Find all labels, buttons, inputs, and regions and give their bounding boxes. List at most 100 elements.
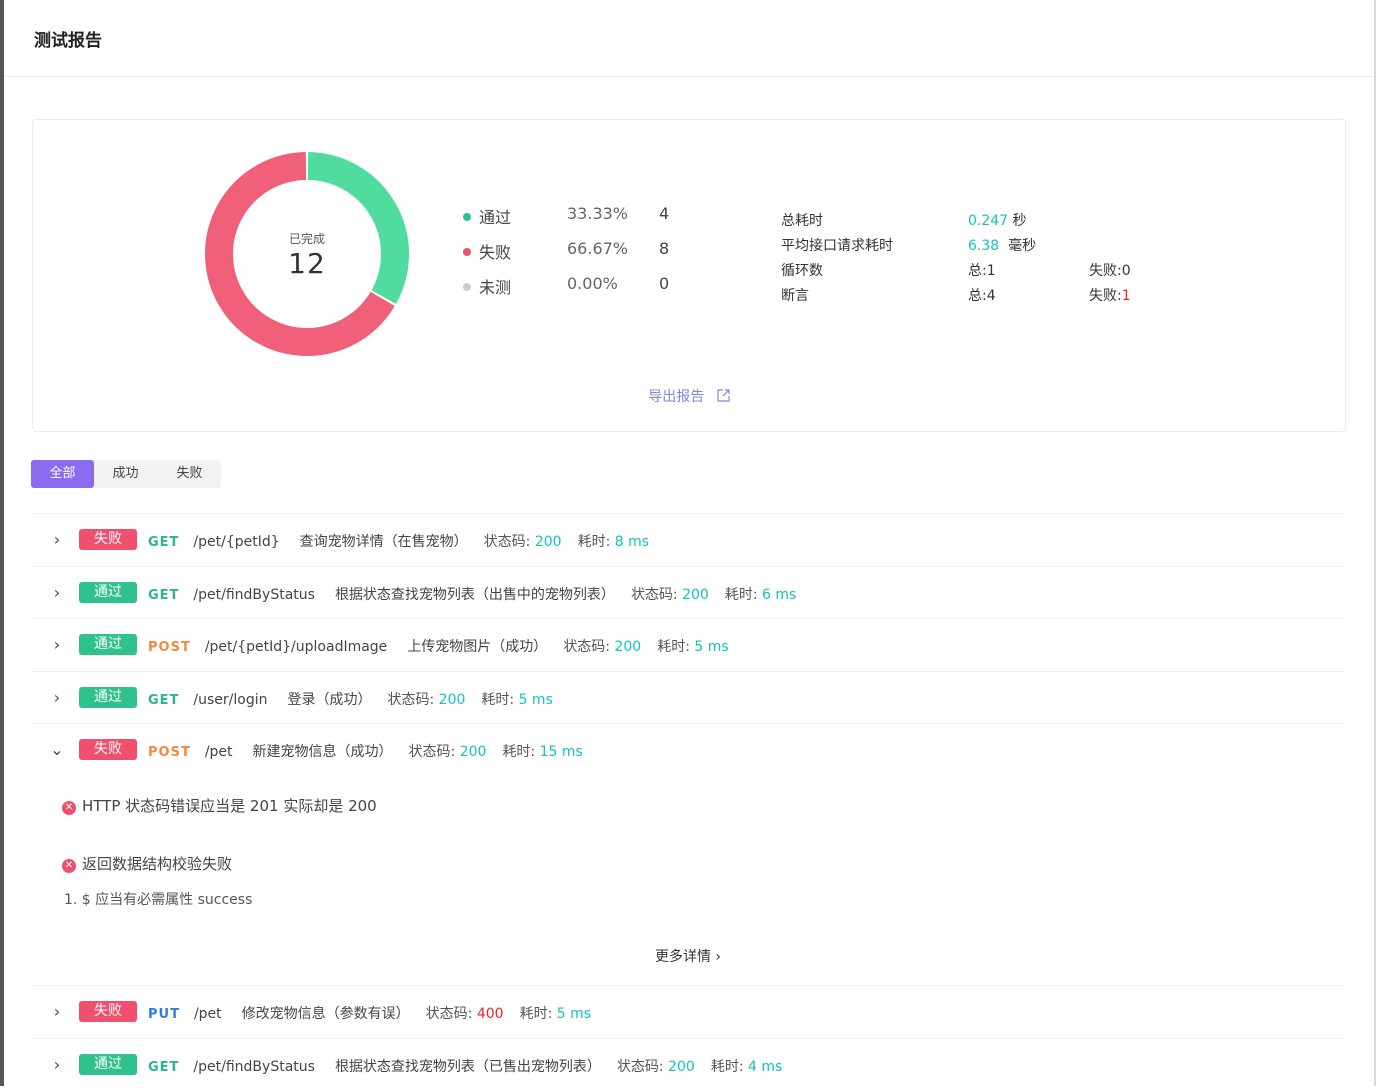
request-description: 根据状态查找宠物列表（已售出宠物列表） <box>334 1059 601 1075</box>
assert-fail-value: 1 <box>1121 288 1131 304</box>
completion-donut-chart: 已完成 12 <box>205 152 409 356</box>
total-time-unit: 秒 <box>1012 213 1027 229</box>
duration-label: 耗时: <box>710 1059 744 1075</box>
legend-pct: 66.67% <box>567 239 629 258</box>
stat-label: 总耗时 <box>781 213 823 229</box>
stat-label: 断言 <box>781 288 809 304</box>
error-icon: ✕ <box>62 801 76 815</box>
request-description: 查询宠物详情（在售宠物） <box>299 534 468 550</box>
duration-label: 耗时: <box>724 587 758 603</box>
chevron-right-icon[interactable]: › <box>50 530 64 549</box>
duration-value: 5 ms <box>518 692 553 708</box>
request-summary: GET/pet/findByStatus 根据状态查找宠物列表（出售中的宠物列表）… <box>148 584 796 604</box>
assert-fail: 失败:1 <box>1089 285 1131 305</box>
request-path: /pet <box>204 744 233 760</box>
chevron-right-icon[interactable]: › <box>50 1055 64 1074</box>
legend-pct: 0.00% <box>567 274 618 293</box>
error-text: HTTP 状态码错误应当是 201 实际却是 200 <box>82 797 377 815</box>
chevron-right-icon[interactable]: › <box>50 1002 64 1021</box>
loops-total: 总:1 <box>968 263 996 279</box>
status-badge: 失败 <box>79 529 137 550</box>
status-code-label: 状态码: <box>408 744 456 760</box>
status-badge: 通过 <box>79 1054 137 1075</box>
request-path: /pet/{petId}/uploadImage <box>204 639 388 655</box>
duration-label: 耗时: <box>577 534 611 550</box>
external-link-icon <box>717 389 730 402</box>
request-row[interactable]: › 通过 GET/pet/findByStatus 根据状态查找宠物列表（已售出宠物列… <box>32 1038 1344 1091</box>
untested-dot-icon <box>463 283 471 291</box>
page-title: 测试报告 <box>34 31 102 51</box>
request-row[interactable]: › 失败 GET/pet/{petId} 查询宠物详情（在售宠物） 状态码: 200 耗时… <box>32 513 1344 566</box>
request-row[interactable]: › 通过 GET/user/login 登录（成功） 状态码: 200 耗时: 5 ms <box>32 671 1344 724</box>
duration-label: 耗时: <box>519 1006 553 1022</box>
duration-value: 15 ms <box>539 744 583 760</box>
donut-label: 已完成 <box>288 232 325 246</box>
request-path: /pet/findByStatus <box>193 587 315 603</box>
tab-all[interactable]: 全部 <box>31 460 94 488</box>
summary-card: 已完成 12 通过 33.33% 4 失败 66.67% 8 未测 0.00% … <box>32 119 1346 432</box>
request-row[interactable]: › 通过 POST/pet/{petId}/uploadImage 上传宠物图片（成功… <box>32 618 1344 671</box>
stat-value: 6.38 毫秒 <box>968 235 1036 255</box>
legend-name: 失败 <box>479 243 512 262</box>
request-summary: POST/pet 新建宠物信息（成功） 状态码: 200 耗时: 15 ms <box>148 741 583 761</box>
duration-value: 6 ms <box>762 587 797 603</box>
fail-dot-icon <box>463 248 471 256</box>
error-item: ✕ HTTP 状态码错误应当是 201 实际却是 200 <box>62 795 377 816</box>
tab-success[interactable]: 成功 <box>94 460 157 488</box>
assert-total: 总:4 <box>968 288 996 304</box>
chevron-right-icon[interactable]: › <box>50 688 64 707</box>
request-path: /pet/{petId} <box>193 534 280 550</box>
total-time-value: 0.247 <box>968 213 1009 229</box>
window-left-edge <box>0 0 4 1086</box>
pass-dot-icon <box>463 213 471 221</box>
status-badge: 失败 <box>79 1001 137 1022</box>
chevron-down-icon[interactable]: ⌄ <box>50 740 64 759</box>
legend-name: 未测 <box>479 278 512 297</box>
tab-fail[interactable]: 失败 <box>158 460 221 488</box>
stat-total-time: 总耗时 0.247 秒 <box>781 210 1181 232</box>
request-summary: GET/pet/{petId} 查询宠物详情（在售宠物） 状态码: 200 耗时: 8… <box>148 531 649 551</box>
status-code-value: 200 <box>438 692 466 708</box>
http-method: GET <box>148 693 180 708</box>
status-code-value: 400 <box>476 1006 504 1022</box>
status-code-value: 200 <box>614 639 642 655</box>
request-summary: POST/pet/{petId}/uploadImage 上传宠物图片（成功） 状态… <box>148 636 729 656</box>
request-description: 上传宠物图片（成功） <box>407 639 548 655</box>
status-code-label: 状态码: <box>483 534 531 550</box>
request-summary: PUT/pet 修改宠物信息（参数有误） 状态码: 400 耗时: 5 ms <box>148 1003 591 1023</box>
loops-fail: 失败:0 <box>1089 263 1131 279</box>
status-badge: 通过 <box>79 687 137 708</box>
page-header: 测试报告 <box>4 0 1374 77</box>
http-method: PUT <box>148 1007 180 1022</box>
error-item: ✕ 返回数据结构校验失败 <box>62 853 232 874</box>
legend-pct: 33.33% <box>567 204 629 223</box>
avg-time-unit: 毫秒 <box>1008 238 1037 254</box>
status-badge: 通过 <box>79 634 137 655</box>
export-report-link[interactable]: 导出报告 <box>33 386 1345 406</box>
more-details-link[interactable]: 更多详情 › <box>32 946 1344 966</box>
status-code-value: 200 <box>682 587 709 603</box>
error-icon: ✕ <box>62 859 76 873</box>
request-row[interactable]: › 通过 GET/pet/findByStatus 根据状态查找宠物列表（出售中的宠物… <box>32 566 1344 619</box>
duration-value: 8 ms <box>614 534 650 550</box>
status-code-label: 状态码: <box>630 587 678 603</box>
error-text: 返回数据结构校验失败 <box>82 855 233 873</box>
request-row[interactable]: ⌄ 失败 POST/pet 新建宠物信息（成功） 状态码: 200 耗时: 15 ms <box>32 723 1344 776</box>
http-method: POST <box>148 745 191 760</box>
request-row[interactable]: › 失败 PUT/pet 修改宠物信息（参数有误） 状态码: 400 耗时: 5 ms <box>32 985 1344 1038</box>
error-subitem: 1. $ 应当有必需属性 success <box>64 892 253 908</box>
stat-label: 平均接口请求耗时 <box>781 238 893 254</box>
stat-value: 0.247 秒 <box>968 210 1027 230</box>
avg-time-value: 6.38 <box>968 238 1000 254</box>
legend-count: 8 <box>659 239 670 258</box>
chevron-right-icon[interactable]: › <box>50 635 64 654</box>
legend-row-pass: 通过 33.33% 4 <box>463 204 723 228</box>
chevron-right-icon[interactable]: › <box>50 583 64 602</box>
legend-row-untested: 未测 0.00% 0 <box>463 274 723 298</box>
http-method: GET <box>148 588 180 603</box>
request-path: /pet <box>193 1006 222 1022</box>
donut-total: 12 <box>288 247 326 280</box>
status-code-label: 状态码: <box>563 639 611 655</box>
status-code-label: 状态码: <box>616 1059 664 1075</box>
http-method: POST <box>148 640 191 655</box>
